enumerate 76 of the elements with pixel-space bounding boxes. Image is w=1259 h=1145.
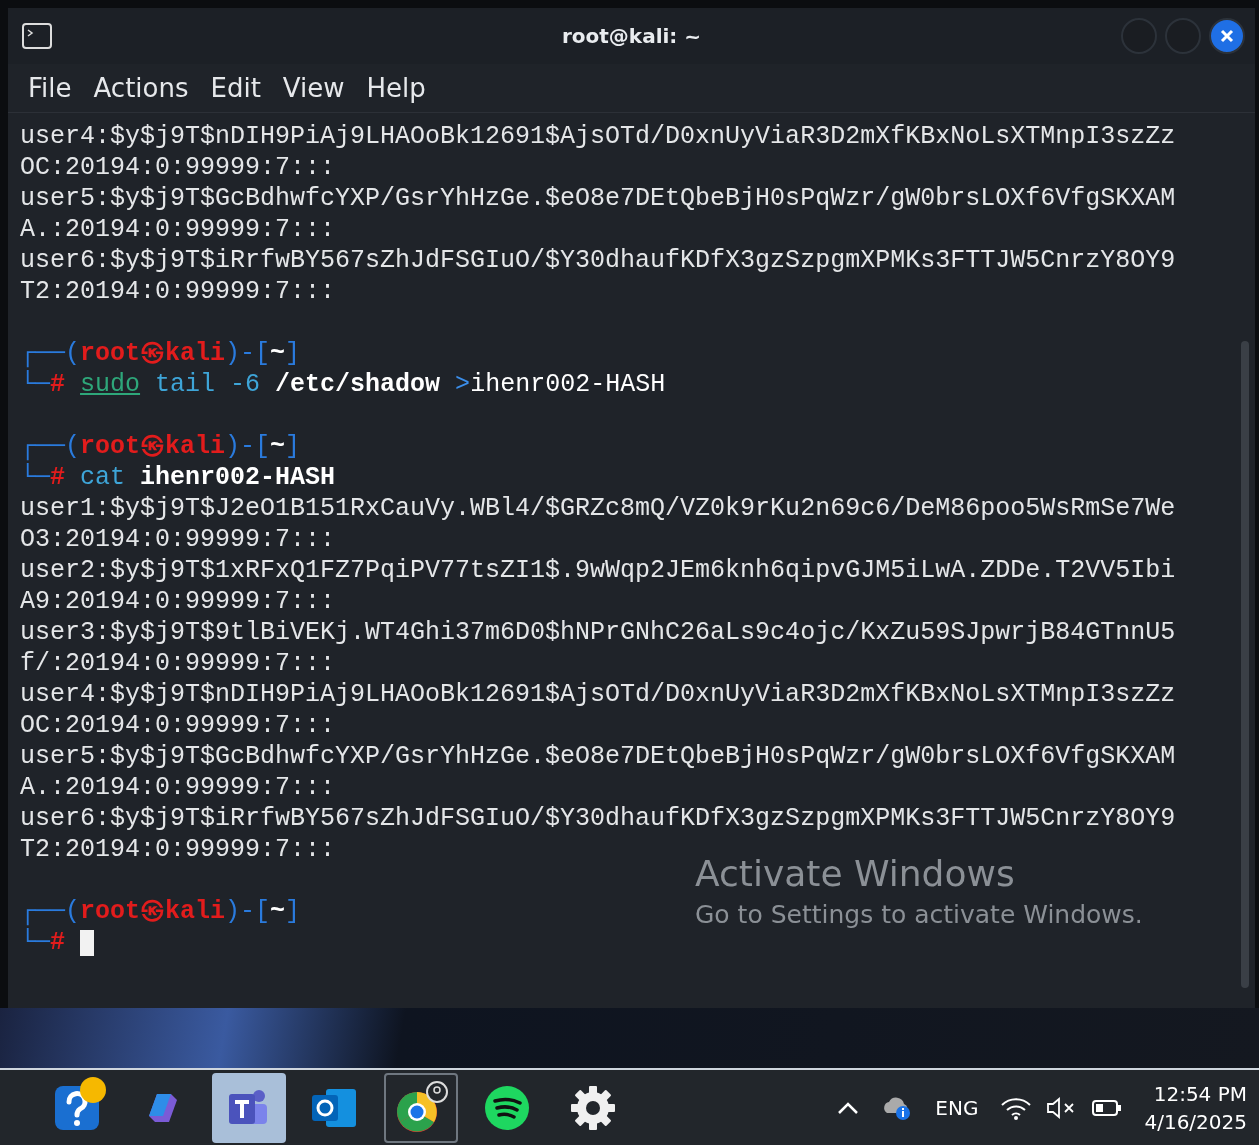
scrollbar[interactable] <box>1241 341 1249 988</box>
output-line: user4:$y$j9T$nDIH9PiAj9LHAOoBk12691$AjsOTd/D0xnUyViaR3D2mXfKBxNoLsXTMnpI3szZz <box>20 679 1176 710</box>
prompt-directory: ~ <box>270 896 286 927</box>
spotify-icon <box>484 1084 530 1131</box>
prompt-bracket: ] <box>285 338 301 369</box>
prompt-host: kali <box>165 431 226 462</box>
prompt-host: kali <box>165 338 226 369</box>
prompt-frame: ┌──( <box>20 431 80 462</box>
output-line: user4:$y$j9T$nDIH9PiAj9LHAOoBk12691$AjsOTd/D0xnUyViaR3D2mXfKBxNoLsXTMnpI3szZz <box>20 121 1176 152</box>
prompt-hash: # <box>50 927 66 958</box>
prompt-directory: ~ <box>270 431 286 462</box>
prompt-at-symbol: ㉿ <box>140 431 166 462</box>
output-line: user2:$y$j9T$1xRFxQ1FZ7PqiPV77tsZI1$.9wWqp2JEm6knh6qipvGJM5iLwA.ZDDe.T2VV5Ibi <box>20 555 1176 586</box>
output-line: user1:$y$j9T$J2eO1B151RxCauVy.WBl4/$GRZc8mQ/VZ0k9rKu2n69c6/DeM86poo5WsRmSe7We <box>20 493 1176 524</box>
close-button[interactable] <box>1209 18 1245 54</box>
network-volume-battery-button[interactable] <box>1000 1095 1123 1120</box>
settings-icon <box>569 1083 617 1132</box>
prompt-frame: └─ <box>20 369 50 400</box>
output-line: OC:20194:0:99999:7::: <box>20 710 336 741</box>
prompt-frame: └─ <box>20 462 50 493</box>
prompt-user: root <box>80 338 141 369</box>
window-title: root@kali: ~ <box>561 24 702 48</box>
prompt-separator: )-[ <box>225 338 271 369</box>
output-line: T2:20194:0:99999:7::: <box>20 276 336 307</box>
menu-item[interactable]: File <box>20 73 80 103</box>
command-argument: ihenr002-HASH <box>140 462 336 493</box>
prompt-user: root <box>80 896 141 927</box>
prompt-bracket: ] <box>285 896 301 927</box>
command-word: tail <box>155 369 216 400</box>
battery-icon <box>1092 1097 1123 1118</box>
output-line: user6:$y$j9T$iRrfwBY567sZhJdFSGIuO/$Y30dhaufKDfX3gzSzpgmXPMKs3FTTJW5CnrzY8OY9 <box>20 803 1176 834</box>
command-word: -6 <box>230 369 261 400</box>
command-word: cat <box>80 462 126 493</box>
prompt-bracket: ] <box>285 431 301 462</box>
output-line: A.:20194:0:99999:7::: <box>20 214 336 245</box>
terminal-icon <box>22 23 52 49</box>
prompt-frame: ┌──( <box>20 338 80 369</box>
command-word: sudo <box>80 369 141 400</box>
caret-icon <box>837 1100 860 1115</box>
output-line: T2:20194:0:99999:7::: <box>20 834 336 865</box>
menu-item[interactable]: View <box>274 73 353 103</box>
show-hidden-icons-button[interactable] <box>837 1100 860 1115</box>
wifi-icon <box>1000 1095 1033 1120</box>
close-icon <box>1219 28 1235 44</box>
menu-item[interactable]: Help <box>358 73 434 103</box>
prompt-at-symbol: ㉿ <box>140 338 166 369</box>
output-line: user5:$y$j9T$GcBdhwfcYXP/GsrYhHzGe.$eO8e7DEtQbeBjH0sPqWzr/gW0brsLOXf6VfgSKXAM <box>20 183 1176 214</box>
output-line: O3:20194:0:99999:7::: <box>20 524 336 555</box>
menu-item[interactable]: Actions <box>85 73 197 103</box>
prompt-frame: ┌──( <box>20 896 80 927</box>
output-line: user5:$y$j9T$GcBdhwfcYXP/GsrYhHzGe.$eO8e7DEtQbeBjH0sPqWzr/gW0brsLOXf6VfgSKXAM <box>20 741 1176 772</box>
activation-title: Activate Windows <box>695 853 1016 894</box>
output-line: A.:20194:0:99999:7::: <box>20 772 336 803</box>
taskbar-app[interactable] <box>384 1072 458 1143</box>
prompt-host: kali <box>165 896 226 927</box>
prompt-frame: └─ <box>20 927 50 958</box>
redirect-symbol: > <box>455 369 471 400</box>
output-line: OC:20194:0:99999:7::: <box>20 152 336 183</box>
output-line: A9:20194:0:99999:7::: <box>20 586 336 617</box>
activation-message: Go to Settings to activate Windows. <box>695 900 1143 929</box>
menu-item[interactable]: Edit <box>202 73 269 103</box>
language-indicator[interactable]: ENG <box>935 1095 979 1120</box>
taskbar-app[interactable] <box>212 1072 286 1143</box>
prompt-hash: # <box>50 369 66 400</box>
output-line: user3:$y$j9T$9tlBiVEKj.WT4Ghi37m6D0$hNPrGNhC26aLs9c4ojc/KxZu59SJpwrjB84GTnnU5 <box>20 617 1176 648</box>
prompt-separator: )-[ <box>225 431 271 462</box>
clock[interactable]: 12:54 PM 4/16/2025 <box>1144 1081 1247 1134</box>
prompt-at-symbol: ㉿ <box>140 896 166 927</box>
output-line: f/:20194:0:99999:7::: <box>20 648 336 679</box>
output-line: user6:$y$j9T$iRrfwBY567sZhJdFSGIuO/$Y30dhaufKDfX3gzSzpgmXPMKs3FTTJW5CnrzY8OY9 <box>20 245 1176 276</box>
command-argument: /etc/shadow <box>275 369 441 400</box>
prompt-separator: )-[ <box>225 896 271 927</box>
prompt-user: root <box>80 431 141 462</box>
command-argument: ihenr002-HASH <box>470 369 666 400</box>
prompt-directory: ~ <box>270 338 286 369</box>
prompt-hash: # <box>50 462 66 493</box>
